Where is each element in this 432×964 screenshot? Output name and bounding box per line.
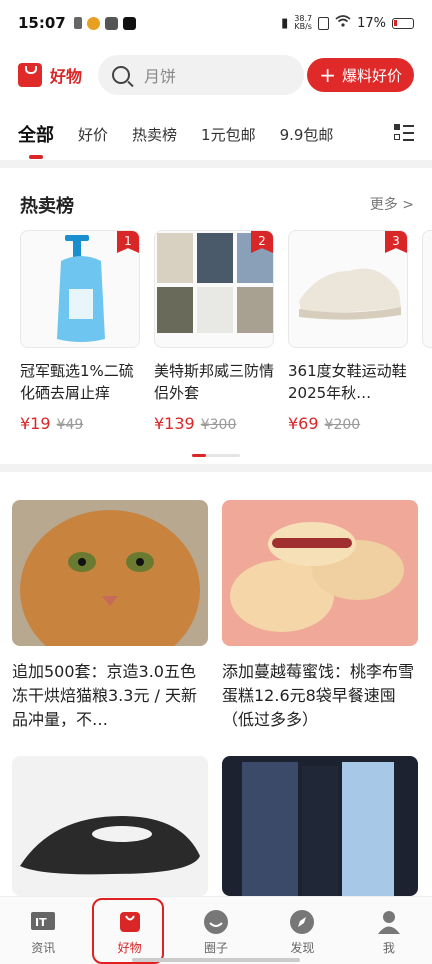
- sim-icon: [318, 16, 330, 30]
- app-icon: [73, 17, 82, 29]
- original-price: ¥200: [324, 417, 361, 433]
- hot-item-3[interactable]: 3 361度女鞋运动鞋2025年秋… ¥69 ¥200: [288, 230, 408, 433]
- divider: [0, 160, 432, 168]
- search-icon: [112, 66, 131, 84]
- plus-icon: +: [319, 63, 336, 87]
- user-icon: [376, 909, 402, 935]
- price: ¥19: [20, 414, 51, 433]
- product-image: 2: [154, 230, 274, 348]
- svg-text:IT: IT: [35, 916, 47, 929]
- price-row: ¥139 ¥300: [154, 414, 274, 433]
- status-right: ▮ 38.7 KB/s 17%: [281, 15, 414, 31]
- tab-label: 圈子: [204, 941, 229, 955]
- feed-title: 追加500套：京造3.0五色冻干烘焙猫粮3.3元 / 天新品冲量，不…: [12, 662, 198, 729]
- category-menu-icon[interactable]: [394, 124, 414, 142]
- header: 好物 月饼 + 爆料好价: [0, 50, 432, 100]
- product-image: 1: [20, 230, 140, 348]
- original-price: ¥300: [200, 417, 237, 433]
- tab-circle[interactable]: 圈子: [173, 897, 259, 964]
- tab-label: 我: [382, 941, 395, 955]
- tab-1-yuan[interactable]: 1元包邮: [201, 124, 256, 145]
- status-time: 15:07: [18, 14, 66, 32]
- slipper-image: [12, 756, 208, 896]
- cake-image: [222, 500, 418, 646]
- hot-item-2[interactable]: 2 美特斯邦威三防情侣外套 ¥139 ¥300: [154, 230, 274, 433]
- speed-unit: KB/s: [294, 22, 312, 31]
- tab-all[interactable]: 全部: [18, 121, 54, 159]
- category-tabs: 全部 好价 热卖榜 1元包邮 9.9包邮: [0, 112, 432, 159]
- battery-percent: 17%: [357, 15, 386, 31]
- link-icon: [104, 16, 118, 30]
- bottom-tab-bar: IT 资讯 好物 圈子 发现 我: [0, 896, 432, 964]
- status-bar: 15:07 ▮ 38.7 KB/s 17%: [0, 0, 432, 46]
- notification-icons: [73, 16, 136, 30]
- search-placeholder: 月饼: [144, 67, 177, 86]
- tab-me[interactable]: 我: [346, 897, 432, 964]
- feed-item-3[interactable]: [12, 756, 208, 896]
- tab-9-9[interactable]: 9.9包邮: [280, 124, 334, 145]
- tab-label: 资讯: [31, 941, 56, 955]
- tiktok-icon: [122, 16, 136, 30]
- search-bar[interactable]: 月饼: [98, 55, 305, 95]
- network-speed: 38.7 KB/s: [294, 15, 312, 31]
- divider: [0, 464, 432, 472]
- price: ¥69: [288, 414, 319, 433]
- tab-hot-sale[interactable]: 热卖榜: [132, 124, 177, 145]
- it-news-icon: IT: [30, 909, 56, 935]
- tab-good-price[interactable]: 好价: [78, 124, 108, 145]
- product-name: 361度女鞋运动鞋2025年秋…: [288, 362, 407, 402]
- compass-icon: [289, 909, 315, 935]
- battery-icon: [392, 17, 414, 29]
- shopping-bag-logo-icon: [18, 63, 42, 87]
- product-name: 美特斯邦威三防情侣外套: [154, 362, 274, 402]
- feed-item-2[interactable]: 添加蔓越莓蜜饯：桃李布雪蛋糕12.6元8袋早餐速囤（低过多多）: [222, 500, 418, 732]
- tab-news[interactable]: IT 资讯: [0, 897, 86, 964]
- hot-item-4-partial[interactable]: [422, 230, 432, 348]
- circle-smile-icon: [203, 909, 229, 935]
- hot-item-1[interactable]: 1 冠军甄选1%二硫化硒去屑止痒 ¥19 ¥49: [20, 230, 140, 433]
- active-tab-highlight: [92, 898, 164, 964]
- price-row: ¥69 ¥200: [288, 414, 408, 433]
- product-image: [422, 230, 432, 348]
- hot-list-title: 热卖榜: [20, 196, 74, 217]
- hot-list-section: 热卖榜 更多 > 1 冠军甄选1%二硫化硒去屑止痒 ¥19 ¥49 2 美特斯邦…: [0, 172, 432, 462]
- feed-title: 添加蔓越莓蜜饯：桃李布雪蛋糕12.6元8袋早餐速囤（低过多多）: [222, 662, 415, 729]
- more-link[interactable]: 更多 >: [370, 194, 414, 214]
- wifi-icon: [335, 15, 351, 31]
- section-title: 好物: [50, 67, 83, 86]
- tab-label: 发现: [290, 941, 315, 955]
- tab-discover[interactable]: 发现: [259, 897, 345, 964]
- weibo-icon: [86, 16, 100, 30]
- original-price: ¥49: [56, 417, 84, 433]
- tip-deal-button[interactable]: + 爆料好价: [307, 58, 414, 92]
- vibrate-icon: ▮: [281, 15, 289, 31]
- feed-item-4[interactable]: [222, 756, 418, 896]
- home-indicator[interactable]: [132, 958, 300, 962]
- price-row: ¥19 ¥49: [20, 414, 140, 433]
- price: ¥139: [154, 414, 195, 433]
- cat-image: [12, 500, 208, 646]
- product-name: 冠军甄选1%二硫化硒去屑止痒: [20, 362, 134, 402]
- keyboard-image: [222, 756, 418, 896]
- carousel-indicator: [192, 454, 240, 457]
- feed-item-1[interactable]: 追加500套：京造3.0五色冻干烘焙猫粮3.3元 / 天新品冲量，不…: [12, 500, 208, 732]
- product-image: 3: [288, 230, 408, 348]
- tip-deal-label: 爆料好价: [341, 66, 402, 85]
